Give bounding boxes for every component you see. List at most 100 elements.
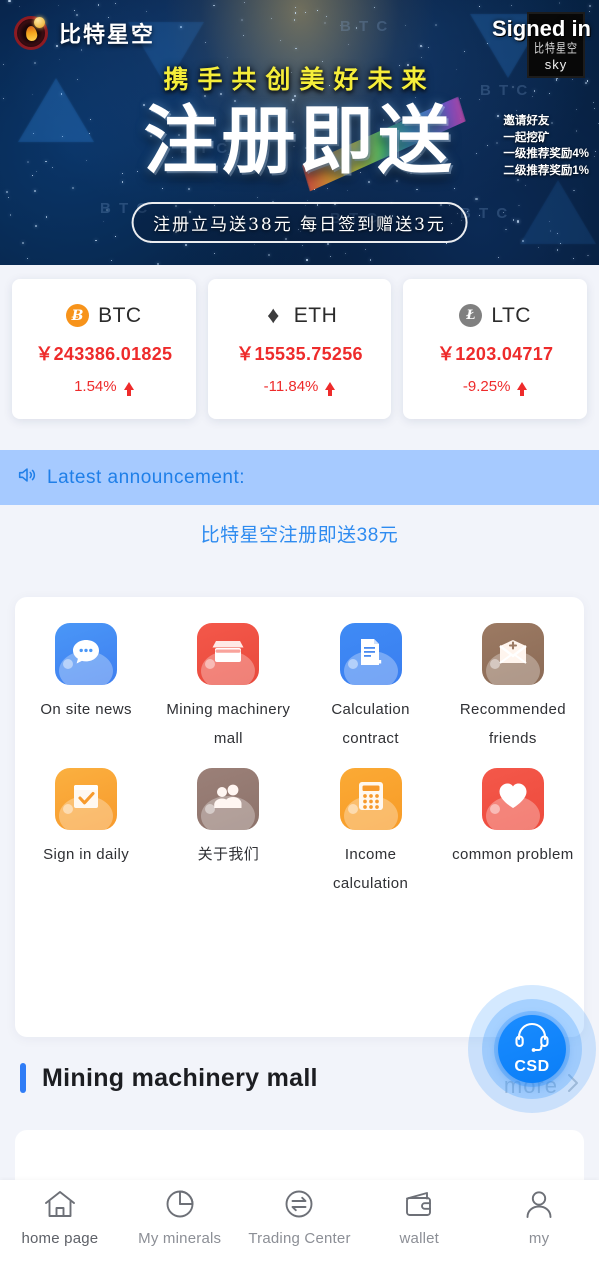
menu-item-label: Calculation contract: [331, 701, 410, 748]
tab-label: home page: [21, 1230, 99, 1247]
tab-label: Trading Center: [248, 1230, 351, 1247]
menu-item-sign-in-daily[interactable]: Sign in daily: [15, 767, 157, 899]
announcement-bar[interactable]: Latest announcement:: [0, 450, 599, 505]
price-card-header: ♦ ETH: [262, 301, 338, 329]
tab-label: my: [528, 1230, 550, 1247]
section-accent-bar: [20, 1063, 26, 1093]
price-card-btc[interactable]: Ƀ BTC ￥243386.01825 1.54%: [12, 279, 196, 419]
menu-item-label: Sign in daily: [43, 845, 130, 863]
seal-stamp-cn: 比特星空: [534, 42, 578, 57]
price-card-ltc[interactable]: Ł LTC ￥1203.04717 -9.25%: [403, 279, 588, 419]
customer-service-button[interactable]: CSD: [468, 985, 596, 1113]
price-value: ￥15535.75256: [236, 343, 363, 364]
tab-trading-center[interactable]: Trading Center: [240, 1189, 360, 1249]
announcement-label: Latest announcement:: [47, 466, 246, 488]
menu-item-mining-machinery-mall[interactable]: Mining machinery mall: [157, 623, 299, 754]
section-title-text: Mining machinery mall: [42, 1063, 318, 1092]
side-note-line: 二级推荐奖励1%: [503, 165, 589, 178]
tab-label: My minerals: [138, 1230, 222, 1247]
tab-wallet[interactable]: wallet: [359, 1189, 479, 1249]
price-value: ￥243386.01825: [35, 343, 173, 364]
pie-chart-icon: [164, 1189, 196, 1224]
arrow-up-icon: [123, 382, 134, 396]
section-header-mining-mall: Mining machinery mall: [20, 1063, 318, 1093]
person-icon: [523, 1189, 555, 1224]
menu-item-label: common problem: [452, 845, 574, 863]
hero-subtitle: 携手共创美好未来: [163, 65, 436, 94]
headset-icon: [514, 1022, 550, 1057]
menu-item-label: On site news: [40, 701, 132, 718]
price-card-header: Ƀ BTC: [66, 304, 142, 328]
brand-logo[interactable]: 比特星空: [14, 16, 155, 50]
arrow-up-icon: [517, 382, 528, 396]
seal-stamp-en: sky: [544, 57, 568, 72]
quick-menu-card: On site news Mining machinery mall Calcu…: [15, 597, 584, 1037]
storefront-icon: [197, 623, 260, 685]
chat-bubble-icon: [55, 623, 118, 685]
arrow-up-icon: [325, 382, 336, 396]
price-change: 1.54%: [74, 377, 134, 396]
hero-banner[interactable]: B T C B T C B T C B T C B T C B T C 比特星空…: [0, 0, 599, 265]
menu-item-label: Recommended friends: [459, 701, 566, 748]
app-root: B T C B T C B T C B T C B T C B T C 比特星空…: [0, 0, 599, 1273]
menu-item-income-calculation[interactable]: Income calculation: [300, 767, 442, 899]
brand-name: 比特星空: [59, 22, 156, 47]
menu-item-label: Mining machinery mall: [166, 701, 291, 748]
side-note-line: 一级推荐奖励4%: [503, 148, 589, 161]
price-card-eth[interactable]: ♦ ETH ￥15535.75256 -11.84%: [207, 279, 392, 419]
price-symbol: LTC: [491, 303, 531, 327]
price-symbol: BTC: [98, 303, 142, 327]
menu-item-label: Income calculation: [332, 845, 409, 892]
price-card-row: Ƀ BTC ￥243386.01825 1.54% ♦ ETH ￥15535.7…: [0, 279, 599, 419]
hero-promo-ribbon: 注册立马送38元 每日签到赠送3元: [131, 202, 468, 243]
price-value: ￥1203.04717: [436, 343, 554, 364]
tab-label: wallet: [399, 1230, 440, 1247]
calendar-check-glyph: [70, 780, 102, 817]
price-change: -9.25%: [462, 377, 528, 396]
bitcoin-coin-icon: Ƀ: [66, 304, 90, 327]
bitcoin-flame-logo-icon: [14, 16, 48, 50]
menu-item-about-us[interactable]: 关于我们: [157, 767, 299, 899]
menu-item-on-site-news[interactable]: On site news: [15, 623, 157, 754]
price-change: -11.84%: [263, 377, 336, 396]
quick-menu-grid: On site news Mining machinery mall Calcu…: [15, 623, 584, 898]
price-card-header: Ł LTC: [459, 304, 531, 328]
btc-watermark: B T C: [340, 18, 390, 35]
tab-home-page[interactable]: home page: [0, 1189, 120, 1249]
menu-item-common-problem[interactable]: common problem: [442, 767, 584, 899]
ethereum-coin-icon: ♦: [267, 301, 280, 329]
tab-my[interactable]: my: [479, 1189, 599, 1249]
csd-label: CSD: [514, 1058, 550, 1075]
calendar-check-icon: [55, 767, 118, 830]
side-note-line: 一起挖矿: [503, 131, 550, 144]
menu-item-recommended-friends[interactable]: Recommended friends: [442, 623, 584, 754]
bottom-tab-bar: home page My minerals Trading Center wal…: [0, 1180, 599, 1273]
chat-bubble-glyph: [69, 636, 103, 673]
csd-core[interactable]: CSD: [498, 1015, 566, 1083]
exchange-icon: [283, 1189, 315, 1224]
storefront-glyph: [211, 637, 245, 672]
home-icon: [43, 1189, 77, 1224]
two-people-glyph: [211, 781, 245, 816]
envelope-plus-glyph: [496, 637, 530, 672]
side-note-line: 邀请好友: [503, 115, 550, 127]
signed-in-badge[interactable]: Signed in: [492, 16, 591, 42]
calculator-icon: [339, 767, 402, 830]
litecoin-coin-icon: Ł: [459, 304, 483, 327]
heart-glyph: [497, 781, 529, 816]
calculator-glyph: [357, 780, 385, 817]
price-change-value: -11.84%: [263, 377, 319, 395]
contract-stamp-glyph: [355, 636, 387, 673]
hero-side-notes: 邀请好友 一起挖矿 一级推荐奖励4% 二级推荐奖励1%: [503, 113, 589, 180]
menu-item-label: 关于我们: [197, 845, 260, 863]
price-change-value: -9.25%: [462, 377, 511, 395]
price-change-value: 1.54%: [74, 377, 117, 395]
speaker-icon: [16, 464, 38, 491]
menu-item-calculation-contract[interactable]: Calculation contract: [300, 623, 442, 754]
envelope-plus-icon: [481, 623, 544, 685]
tab-my-minerals[interactable]: My minerals: [120, 1189, 240, 1249]
two-people-icon: [197, 767, 260, 830]
flame-shape: [24, 24, 38, 42]
announcement-text[interactable]: 比特星空注册即送38元: [0, 520, 599, 547]
triangle-decoration: [520, 180, 596, 244]
